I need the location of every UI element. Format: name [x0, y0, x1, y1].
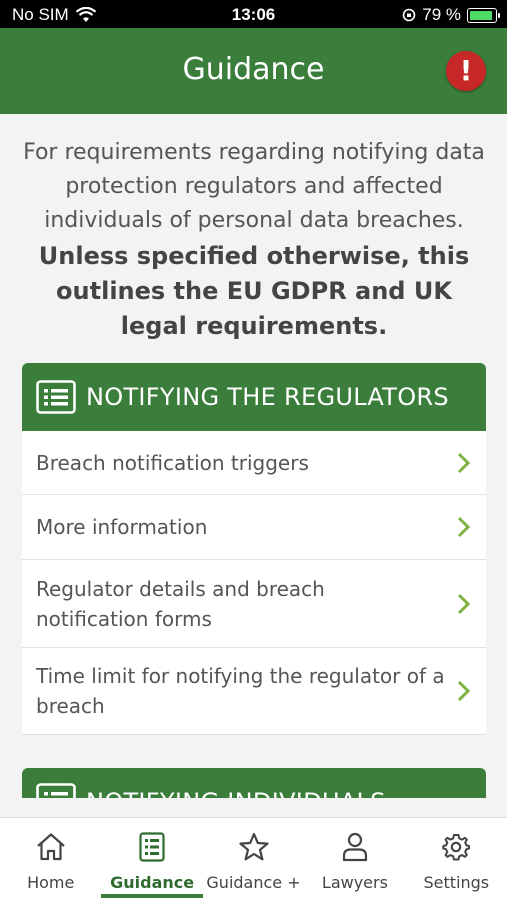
- app-header: Guidance !: [0, 28, 507, 114]
- list-item-more-information[interactable]: More information: [22, 495, 486, 560]
- tab-lawyers[interactable]: Lawyers: [304, 818, 405, 900]
- intro-text: For requirements regarding notifying dat…: [23, 140, 485, 233]
- section-title: NOTIFYING THE REGULATORS: [86, 383, 449, 411]
- chevron-right-icon: [457, 516, 471, 538]
- tab-label: Lawyers: [321, 873, 388, 892]
- intro-block: For requirements regarding notifying dat…: [22, 136, 486, 344]
- tab-guidance[interactable]: Guidance: [101, 818, 204, 900]
- section-header: NOTIFYING INDIVIDUALS: [22, 768, 486, 798]
- chevron-right-icon: [457, 452, 471, 473]
- tab-label: Settings: [423, 873, 490, 892]
- section-notifying-individuals: NOTIFYING INDIVIDUALS: [22, 768, 486, 798]
- tab-label: Guidance +: [206, 873, 301, 892]
- list-icon: [36, 380, 76, 414]
- list-item-label: Time limit for notifying the regulator o…: [36, 664, 445, 718]
- tab-label: Home: [27, 873, 75, 892]
- list-item-time-limit[interactable]: Time limit for notifying the regulator o…: [22, 648, 486, 735]
- status-bar: No SIM 13:06 79 %: [0, 0, 507, 28]
- list-item-label: Breach notification triggers: [36, 450, 309, 475]
- tab-home[interactable]: Home: [0, 818, 101, 900]
- person-icon: [342, 832, 368, 862]
- list-item-regulator-details[interactable]: Regulator details and breach notificatio…: [22, 560, 486, 648]
- list-item-label: More information: [36, 515, 208, 539]
- section-header: NOTIFYING THE REGULATORS: [22, 363, 486, 431]
- tab-settings[interactable]: Settings: [406, 818, 507, 900]
- gear-icon: [442, 834, 471, 861]
- alert-icon[interactable]: !: [446, 51, 486, 91]
- battery-icon: [467, 7, 500, 23]
- chevron-right-icon: [457, 593, 471, 614]
- list-item-breach-triggers[interactable]: Breach notification triggers: [22, 431, 486, 495]
- home-icon: [36, 833, 65, 861]
- tab-bar: Home Guidance Guidance + Lawyers Setting…: [0, 817, 507, 900]
- intro-bold-text: Unless specified otherwise, this outline…: [38, 242, 470, 340]
- orientation-lock-icon: [402, 8, 416, 22]
- section-title: NOTIFYING INDIVIDUALS: [86, 788, 386, 798]
- battery-percent: 79 %: [422, 5, 461, 24]
- chevron-right-icon: [457, 680, 471, 702]
- star-icon: [238, 832, 269, 861]
- list-item-label: Regulator details and breach notificatio…: [36, 576, 325, 631]
- section-notifying-regulators: NOTIFYING THE REGULATORS Breach notifica…: [22, 363, 486, 735]
- page-title: Guidance: [182, 52, 325, 87]
- tab-label: Guidance: [110, 873, 195, 892]
- list-icon: [36, 783, 76, 798]
- list-icon: [139, 832, 165, 862]
- tab-guidance-plus[interactable]: Guidance +: [203, 818, 304, 900]
